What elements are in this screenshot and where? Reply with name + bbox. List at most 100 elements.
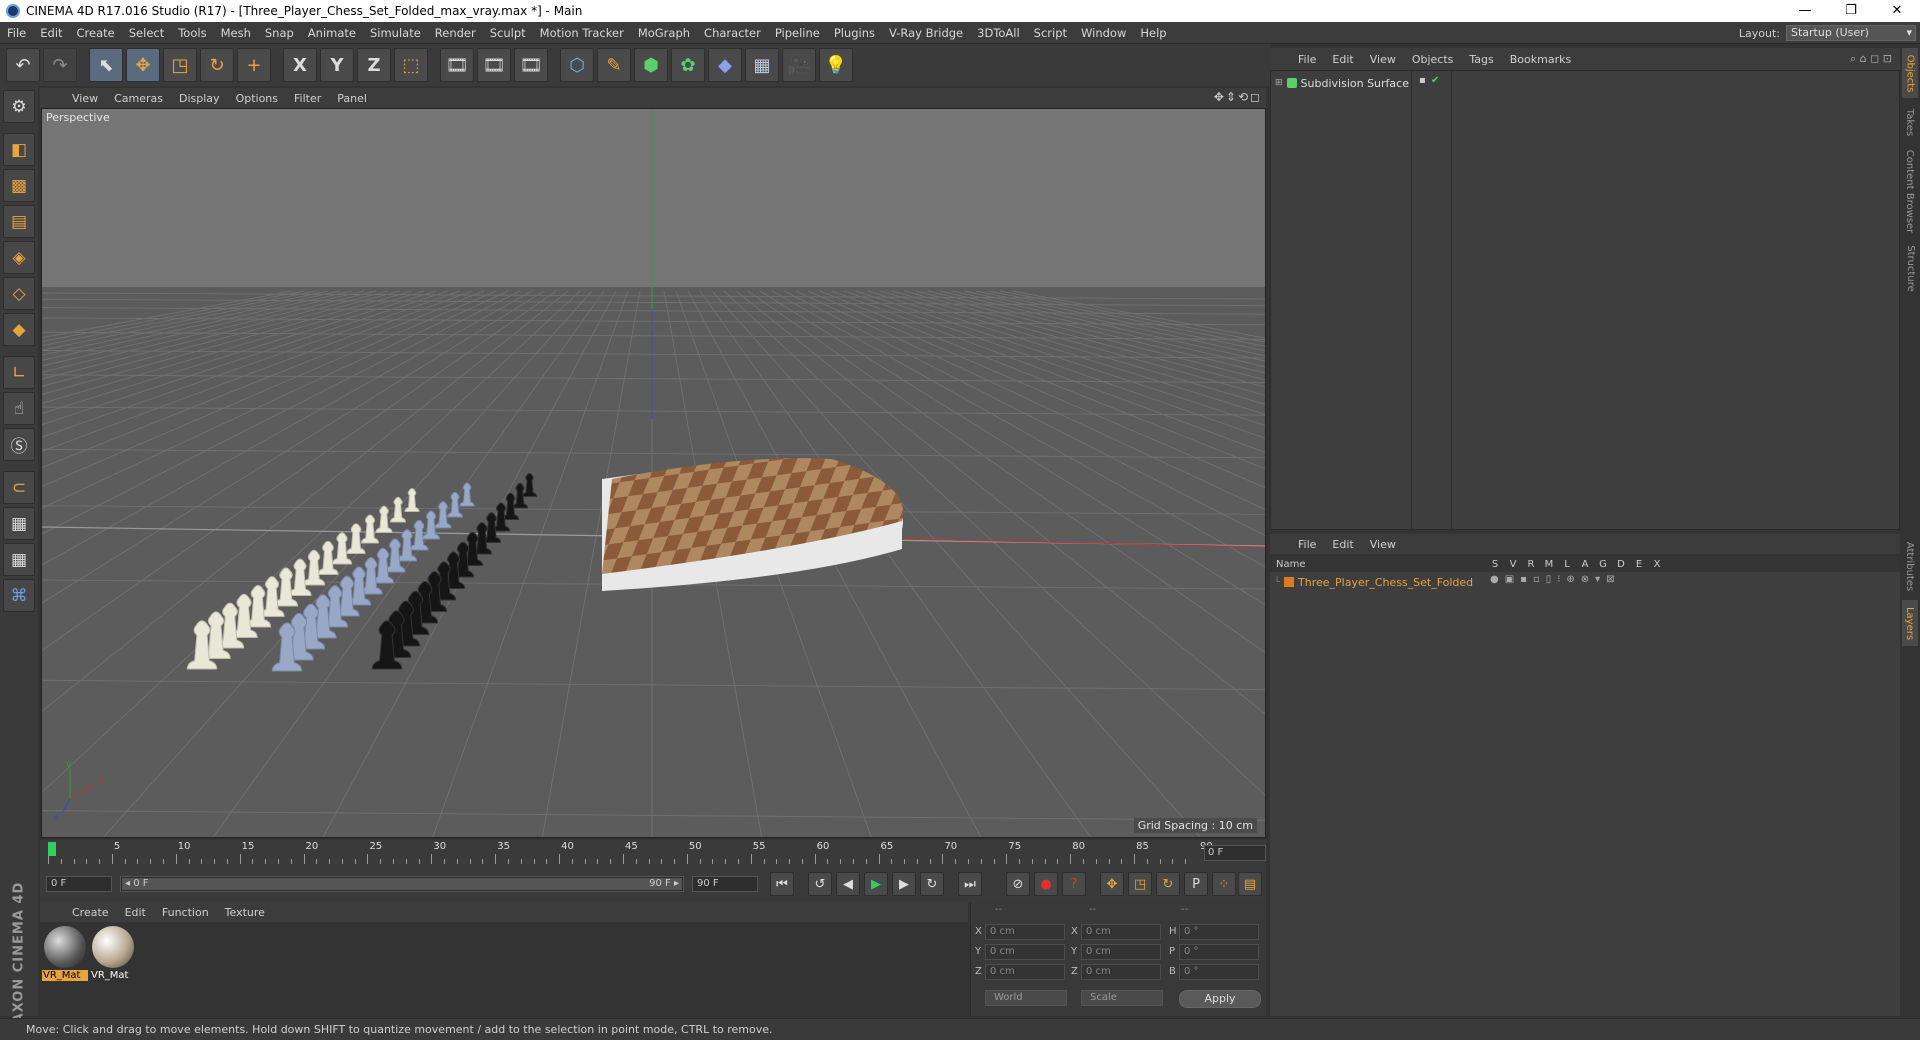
tab-attributes[interactable]: Attributes <box>1902 534 1918 598</box>
make-editable-button[interactable]: ⚙ <box>3 90 35 123</box>
layer-color-swatch[interactable] <box>1284 577 1295 587</box>
menu-snap[interactable]: Snap <box>258 26 301 40</box>
size-mode-dropdown[interactable]: Scale <box>1081 990 1163 1006</box>
apply-button[interactable]: Apply <box>1179 990 1261 1008</box>
autokeying-button[interactable]: ● <box>1034 872 1058 896</box>
menu-plugins[interactable]: Plugins <box>827 26 882 40</box>
menu-vray-bridge[interactable]: V-Ray Bridge <box>882 26 970 40</box>
menu-mesh[interactable]: Mesh <box>214 26 258 40</box>
menu-tools[interactable]: Tools <box>171 26 213 40</box>
go-to-start-button[interactable]: ⏮ <box>770 872 794 896</box>
render-settings-button[interactable]: 🎞 <box>514 48 548 82</box>
objects-menu-edit[interactable]: Edit <box>1324 53 1361 66</box>
key-pla-button[interactable]: ⁘ <box>1212 872 1236 896</box>
viewport-menu-filter[interactable]: Filter <box>286 92 329 105</box>
material-menu-function[interactable]: Function <box>154 906 217 919</box>
layout-select[interactable]: Startup (User) <box>1786 25 1916 41</box>
objects-menu-tags[interactable]: Tags <box>1461 53 1501 66</box>
add-light-button[interactable]: 💡 <box>819 48 853 82</box>
enabled-check-icon[interactable]: ✔ <box>1431 75 1439 86</box>
move-tool-button[interactable]: ✥ <box>126 48 160 82</box>
layer-toggle-icons[interactable]: ●▣▪▫▯⁝⊕⊗▾⊠ <box>1490 574 1621 585</box>
material-menu-edit[interactable]: Edit <box>117 906 154 919</box>
objects-menu-file[interactable]: File <box>1290 53 1324 66</box>
objects-menu-view[interactable]: View <box>1362 53 1404 66</box>
size-z-field[interactable]: 0 cm <box>1081 964 1161 980</box>
viewport-menu-display[interactable]: Display <box>171 92 228 105</box>
layer-row[interactable]: └ Three_Player_Chess_Set_Folded <box>1274 574 1473 590</box>
menu-select[interactable]: Select <box>122 26 171 40</box>
edges-mode-button[interactable]: ◇ <box>3 277 35 310</box>
python-button[interactable]: ⌘ <box>3 579 35 612</box>
playhead[interactable] <box>48 842 56 856</box>
axis-mode-button[interactable]: ∟ <box>3 356 35 389</box>
menu-sculpt[interactable]: Sculpt <box>483 26 533 40</box>
snap-button[interactable]: Ⓢ <box>3 428 35 461</box>
viewport-menu-options[interactable]: Options <box>228 92 286 105</box>
add-floor-button[interactable]: ▦ <box>745 48 779 82</box>
points-mode-button[interactable]: ◈ <box>3 241 35 274</box>
play-button[interactable]: ▶ <box>864 872 888 896</box>
current-frame-field[interactable]: 0 F <box>1204 845 1266 861</box>
viewport-menu-view[interactable]: View <box>64 92 106 105</box>
coordinate-mode-dropdown[interactable]: World <box>985 990 1067 1006</box>
z-axis-lock-button[interactable]: Z <box>357 48 391 82</box>
previous-key-button[interactable]: ↺ <box>808 872 832 896</box>
material-swatch[interactable]: VR_Mat <box>42 926 88 984</box>
model-mode-button[interactable]: ◧ <box>3 133 35 166</box>
workplane-mode-button[interactable]: ▤ <box>3 205 35 238</box>
close-button[interactable]: ✕ <box>1874 0 1920 22</box>
coordinate-system-button[interactable]: ⬚ <box>394 48 428 82</box>
add-deformer-button[interactable]: ◆ <box>708 48 742 82</box>
previous-frame-button[interactable]: ◀ <box>836 872 860 896</box>
next-key-button[interactable]: ↻ <box>920 872 944 896</box>
menu-file[interactable]: File <box>0 26 33 40</box>
redo-button[interactable]: ↷ <box>43 48 77 82</box>
material-menu-create[interactable]: Create <box>64 906 117 919</box>
menu-3dtoall[interactable]: 3DToAll <box>970 26 1027 40</box>
menu-animate[interactable]: Animate <box>301 26 363 40</box>
tab-structure[interactable]: Structure <box>1902 240 1918 296</box>
y-axis-lock-button[interactable]: Y <box>320 48 354 82</box>
key-parameter-button[interactable]: P <box>1184 872 1208 896</box>
texture-mode-button[interactable]: ▩ <box>3 169 35 202</box>
start-frame-field[interactable]: 0 F <box>46 876 112 892</box>
menu-pipeline[interactable]: Pipeline <box>768 26 827 40</box>
menu-character[interactable]: Character <box>697 26 768 40</box>
menu-render[interactable]: Render <box>428 26 483 40</box>
timeline-window-button[interactable]: ▤ <box>1238 872 1262 896</box>
locked-workplane-button[interactable]: ▦ <box>3 543 35 576</box>
live-selection-button[interactable]: ⬉ <box>89 48 123 82</box>
material-swatch[interactable]: VR_Mat <box>90 926 136 984</box>
frame-range-slider[interactable]: ◂ 0 F 90 F ▸ <box>120 876 684 892</box>
viewport-menu-panel[interactable]: Panel <box>329 92 375 105</box>
minimize-button[interactable]: — <box>1782 0 1828 22</box>
add-pen-spline-button[interactable]: ✎ <box>597 48 631 82</box>
size-y-field[interactable]: 0 cm <box>1081 944 1161 960</box>
menu-window[interactable]: Window <box>1074 26 1133 40</box>
tab-takes[interactable]: Takes <box>1902 102 1918 142</box>
menu-motion-tracker[interactable]: Motion Tracker <box>533 26 631 40</box>
menu-simulate[interactable]: Simulate <box>363 26 428 40</box>
rot-p-field[interactable]: 0 ° <box>1179 944 1259 960</box>
object-manager-tool-icons[interactable]: ⌕ ⌂ ◻ ⊡ <box>1850 52 1892 66</box>
key-scale-button[interactable]: ◳ <box>1128 872 1152 896</box>
add-camera-button[interactable]: 🎥 <box>782 48 816 82</box>
record-active-objects-button[interactable]: ⊘ <box>1006 872 1030 896</box>
tab-content-browser[interactable]: Content Browser <box>1902 146 1918 236</box>
rotate-tool-button[interactable]: ↻ <box>200 48 234 82</box>
pos-z-field[interactable]: 0 cm <box>985 964 1065 980</box>
layers-menu-file[interactable]: File <box>1290 538 1324 551</box>
timeline-ruler[interactable]: 051015202530354045505560657075808590 0 F <box>40 840 1266 866</box>
layer-name[interactable]: Three_Player_Chess_Set_Folded <box>1298 576 1473 589</box>
perspective-viewport[interactable]: y x z Perspective Grid Spacing : 10 cm <box>41 108 1266 838</box>
layers-menu-view[interactable]: View <box>1362 538 1404 551</box>
add-subdivision-button[interactable]: ⬢ <box>634 48 668 82</box>
keyframe-selection-button[interactable]: ? <box>1062 872 1086 896</box>
objects-menu-objects[interactable]: Objects <box>1404 53 1462 66</box>
viewport-menu-cameras[interactable]: Cameras <box>106 92 171 105</box>
menu-mograph[interactable]: MoGraph <box>631 26 697 40</box>
object-row-subdivision-surface[interactable]: ⊞ Subdivision Surface <box>1275 75 1409 91</box>
menu-script[interactable]: Script <box>1027 26 1074 40</box>
polygons-mode-button[interactable]: ◆ <box>3 313 35 346</box>
